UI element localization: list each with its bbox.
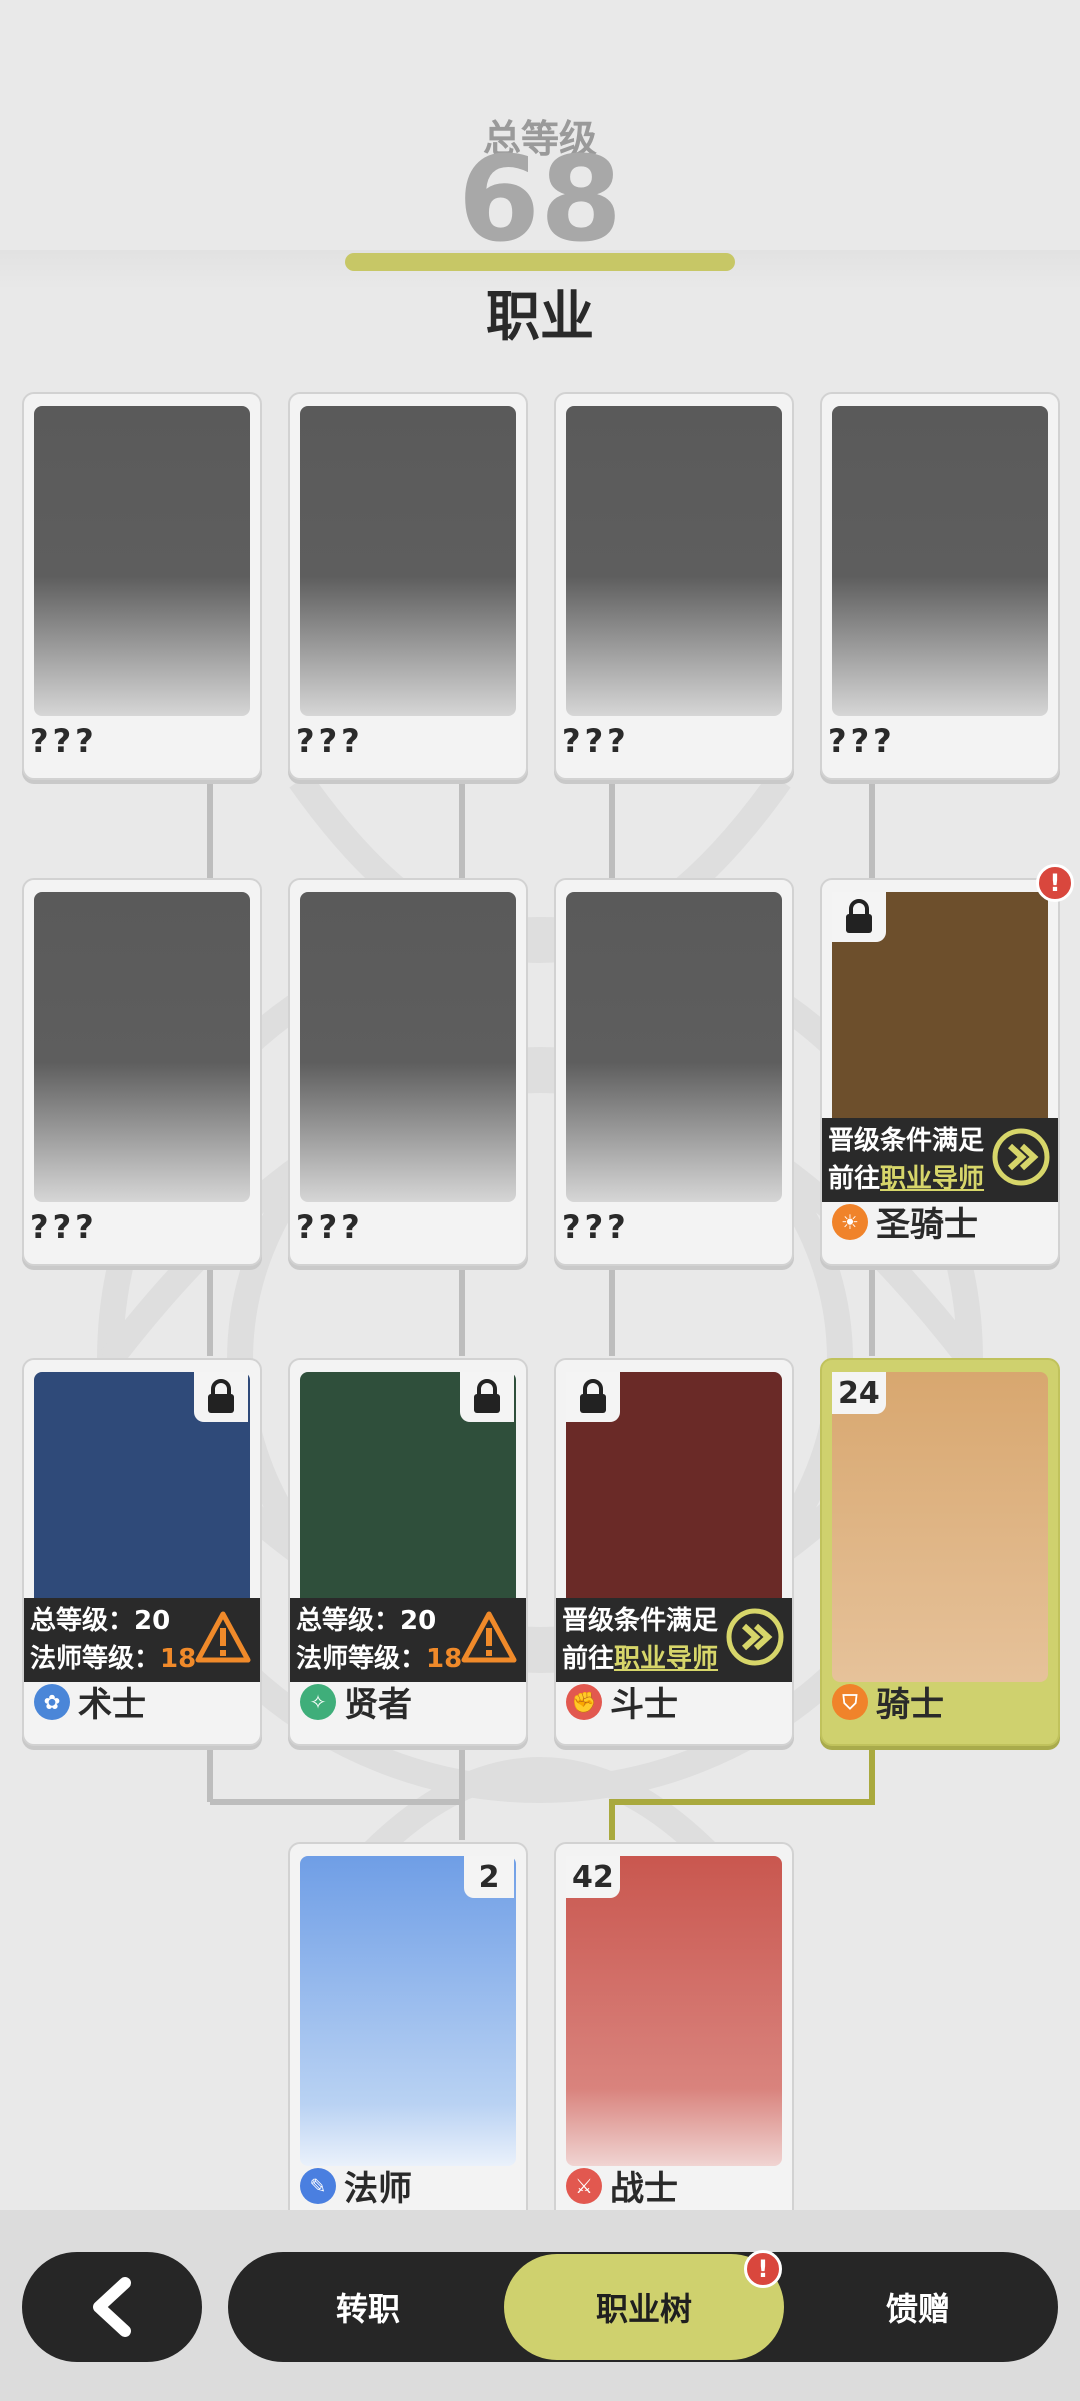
alert-icon: !	[1036, 864, 1074, 902]
sage-role-icon: ✧	[300, 1683, 336, 1720]
lock-icon	[566, 1372, 620, 1422]
req-mage-level-value: 18	[160, 1644, 197, 1674]
tab-class-change[interactable]: 转职	[228, 2252, 508, 2362]
lock-icon	[832, 892, 886, 942]
class-card-paladin[interactable]: 晋级条件满足 前往职业导师 ☀ 圣骑士	[820, 878, 1060, 1266]
card-name: ???	[828, 722, 896, 760]
class-card-unknown[interactable]: ???	[22, 878, 262, 1266]
card-name: ???	[30, 1208, 98, 1246]
req-mage-level-value: 18	[426, 1644, 463, 1674]
knight-role-icon: ⛉	[832, 1683, 868, 1720]
card-name: ☀ 圣骑士	[832, 1197, 978, 1246]
lock-icon	[194, 1372, 248, 1422]
class-card-fighter[interactable]: 晋级条件满足 前往职业导师 ✊ 斗士	[554, 1358, 794, 1746]
chevron-left-icon	[93, 2277, 131, 2337]
mage-art	[300, 1856, 516, 2166]
class-card-mage[interactable]: 2 ✎ 法师	[288, 1842, 528, 2230]
paladin-role-icon: ☀	[832, 1203, 868, 1240]
card-name: ???	[296, 1208, 364, 1246]
card-name: ✊ 斗士	[566, 1677, 678, 1726]
card-name: ???	[562, 722, 630, 760]
class-level-badge: 2	[464, 1856, 514, 1898]
card-name: ✧ 贤者	[300, 1677, 412, 1726]
class-card-unknown[interactable]: ???	[288, 878, 528, 1266]
silhouette-art	[34, 406, 250, 716]
card-name-text: 术士	[78, 1685, 146, 1725]
level-bar	[345, 253, 735, 271]
tab-gifts[interactable]: 馈赠	[778, 2252, 1058, 2362]
requirement-panel: 总等级：20 法师等级：18	[290, 1598, 526, 1682]
card-name-text: 圣骑士	[876, 1205, 978, 1245]
card-name: ✎ 法师	[300, 2161, 412, 2210]
mentor-link[interactable]: 职业导师	[614, 1644, 718, 1674]
req-mage-level-label: 法师等级：	[296, 1644, 427, 1674]
class-card-unknown[interactable]: ???	[22, 392, 262, 780]
silhouette-art	[566, 406, 782, 716]
class-card-unknown[interactable]: ???	[820, 392, 1060, 780]
card-name-text: 战士	[610, 2169, 678, 2209]
card-name: ???	[296, 722, 364, 760]
silhouette-art	[300, 406, 516, 716]
silhouette-art	[300, 892, 516, 1202]
class-level-badge: 42	[566, 1856, 620, 1898]
silhouette-art	[832, 406, 1048, 716]
mage-role-icon: ✎	[300, 2167, 336, 2204]
card-name: ✿ 术士	[34, 1677, 146, 1726]
class-card-sage[interactable]: 总等级：20 法师等级：18 ✧ 贤者	[288, 1358, 528, 1746]
card-name: ???	[30, 722, 98, 760]
go-to-prefix: 前往	[828, 1164, 881, 1194]
card-name: ⚔ 战士	[566, 2161, 678, 2210]
tab-alert-icon: !	[744, 2250, 782, 2288]
double-chevron-icon	[992, 1128, 1050, 1186]
warning-icon	[461, 1611, 517, 1663]
page-title: 职业	[486, 285, 594, 348]
class-card-unknown[interactable]: ???	[554, 392, 794, 780]
header: 总等级 68 职业	[0, 0, 1080, 360]
warrior-art	[566, 1856, 782, 2166]
knight-art	[832, 1372, 1048, 1682]
promotion-ready-banner[interactable]: 晋级条件满足 前往职业导师	[822, 1118, 1058, 1202]
go-to-prefix: 前往	[562, 1644, 615, 1674]
double-chevron-icon	[726, 1608, 784, 1666]
bottom-nav: 转职 职业树 馈赠 !	[0, 2210, 1080, 2401]
warning-icon	[195, 1611, 251, 1663]
tab-class-tree[interactable]: 职业树	[504, 2254, 784, 2360]
warlock-role-icon: ✿	[34, 1683, 70, 1720]
promotion-ready-banner[interactable]: 晋级条件满足 前往职业导师	[556, 1598, 792, 1682]
silhouette-art	[34, 892, 250, 1202]
card-name-text: 法师	[344, 2169, 412, 2209]
total-level-value: 68	[457, 130, 623, 268]
back-button[interactable]	[22, 2252, 202, 2362]
card-name-text: 斗士	[610, 1685, 678, 1725]
class-card-unknown[interactable]: ???	[554, 878, 794, 1266]
class-card-warlock[interactable]: 总等级：20 法师等级：18 ✿ 术士	[22, 1358, 262, 1746]
background-pattern	[97, 772, 983, 1948]
card-name: ⛉ 骑士	[832, 1677, 944, 1726]
card-name-text: 骑士	[876, 1685, 944, 1725]
tab-bar: 转职 职业树 馈赠	[228, 2252, 1058, 2362]
class-level-badge: 24	[832, 1372, 886, 1414]
fighter-role-icon: ✊	[566, 1683, 602, 1720]
card-name: ???	[562, 1208, 630, 1246]
card-name-text: 贤者	[344, 1685, 412, 1725]
silhouette-art	[566, 892, 782, 1202]
req-mage-level-label: 法师等级：	[30, 1644, 161, 1674]
requirement-panel: 总等级：20 法师等级：18	[24, 1598, 260, 1682]
class-card-unknown[interactable]: ???	[288, 392, 528, 780]
class-card-warrior[interactable]: 42 ⚔ 战士	[554, 1842, 794, 2230]
mentor-link[interactable]: 职业导师	[880, 1164, 984, 1194]
warrior-role-icon: ⚔	[566, 2167, 602, 2204]
lock-icon	[460, 1372, 514, 1422]
class-card-knight[interactable]: 24 ⛉ 骑士	[820, 1358, 1060, 1746]
